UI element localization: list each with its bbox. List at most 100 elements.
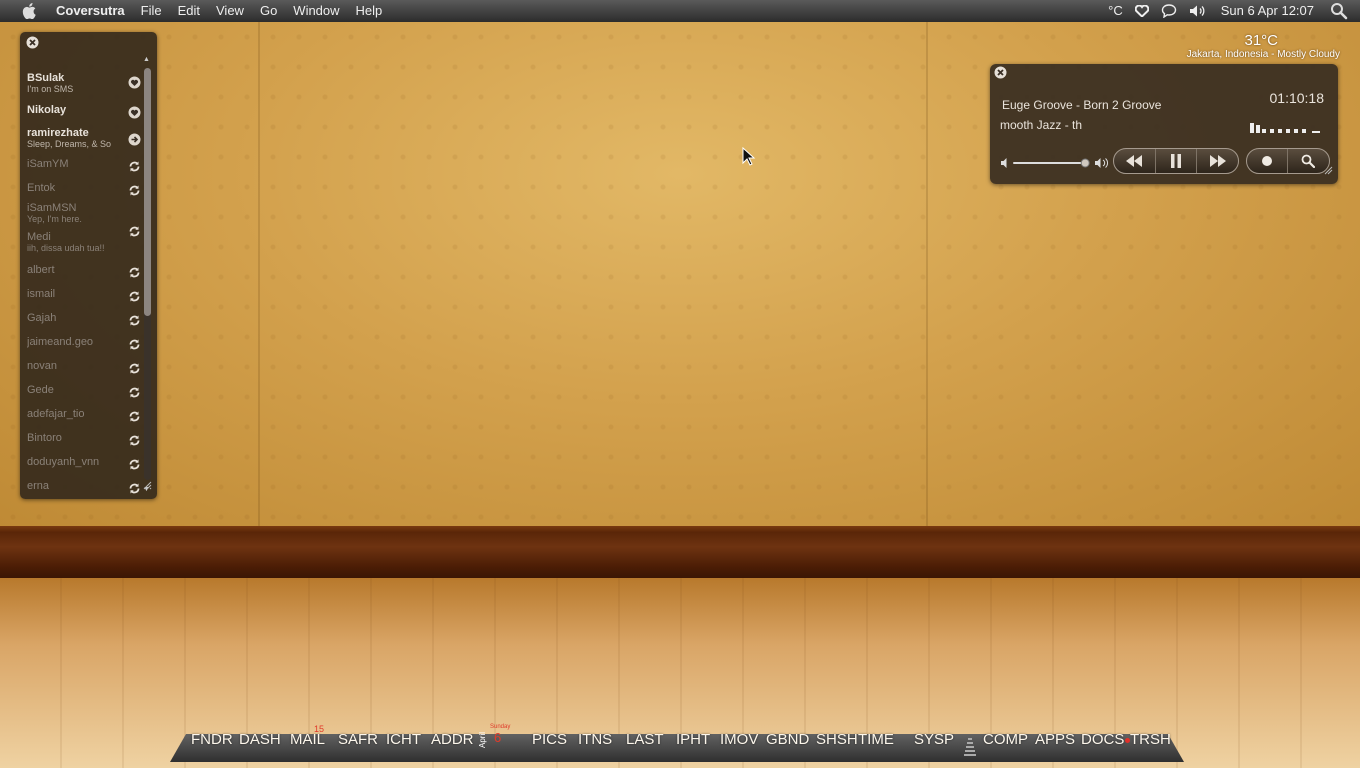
spotlight-search-icon[interactable] <box>1324 2 1360 20</box>
buddy-name: ismail <box>27 288 56 300</box>
dock-item-trsh[interactable]: TRSH <box>1130 731 1171 748</box>
dock-item-comp[interactable]: COMP <box>983 731 1028 748</box>
refresh-icon[interactable] <box>128 290 141 308</box>
chat-bubble-icon[interactable] <box>1155 4 1183 18</box>
buddy-scrollbar[interactable]: ▲ ▼ <box>142 54 152 494</box>
close-icon[interactable] <box>26 36 39 54</box>
downloads-stack-icon[interactable] <box>960 736 980 765</box>
buddy-list-window: BSulak I'm on SMS Nikolay ramirezhate Sleep,… <box>20 32 157 499</box>
dock-item-docs[interactable]: DOCS <box>1081 731 1124 748</box>
dock-item-mail[interactable]: MAIL <box>290 731 325 748</box>
volume-slider-track <box>1013 162 1089 164</box>
buddy-list-item[interactable]: adefajar_tio <box>27 408 141 422</box>
menu-window[interactable]: Window <box>285 0 347 22</box>
menu-view[interactable]: View <box>208 0 252 22</box>
menu-clock[interactable]: Sun 6 Apr 12:07 <box>1213 0 1324 22</box>
dock-item-shsh[interactable]: SHSH <box>816 731 858 748</box>
buddy-list-item[interactable]: jaimeand.geo <box>27 336 141 350</box>
dock-item-apps[interactable]: APPS <box>1035 731 1075 748</box>
fast-forward-button[interactable] <box>1197 149 1238 173</box>
volume-slider-knob <box>1080 158 1090 168</box>
buddy-name: adefajar_tio <box>27 408 85 420</box>
resize-grip-icon[interactable] <box>1323 162 1333 180</box>
record-button[interactable] <box>1247 149 1288 173</box>
dock-item-itns[interactable]: ITNS <box>578 731 612 748</box>
arrow-right-icon[interactable] <box>128 133 141 151</box>
rewind-button[interactable] <box>1114 149 1156 173</box>
buddy-list-item[interactable]: Medi iih, dissa udah tua!! <box>27 226 141 253</box>
dock-item-last[interactable]: LAST <box>626 731 664 748</box>
menu-go[interactable]: Go <box>252 0 285 22</box>
dock-item-sysp[interactable]: SYSP <box>914 731 954 748</box>
buddy-status-message: I'm on SMS <box>27 84 74 94</box>
heart-icon[interactable] <box>128 106 141 124</box>
volume-low-icon <box>1001 158 1007 168</box>
menu-file[interactable]: File <box>133 0 170 22</box>
dock-item-icht[interactable]: ICHT <box>386 731 421 748</box>
dock-item-time[interactable]: TIME <box>858 731 894 748</box>
dock-item-ipht[interactable]: IPHT <box>676 731 710 748</box>
buddy-name: iSamYM <box>27 158 69 170</box>
heart-menu-icon[interactable] <box>1129 5 1155 17</box>
apple-menu-icon[interactable] <box>20 2 38 20</box>
resize-grip-icon[interactable] <box>142 477 152 495</box>
dock-item-addr[interactable]: ADDR <box>431 731 474 748</box>
refresh-icon[interactable] <box>128 482 141 500</box>
dock: 15 April Sunday 6 FNDR DASH MAIL SAFR ICHT AD… <box>170 724 1184 768</box>
buddy-list-item[interactable]: Bintoro <box>27 432 141 446</box>
refresh-icon[interactable] <box>128 160 141 178</box>
pause-button[interactable] <box>1156 149 1198 173</box>
buddy-list-item[interactable]: ramirezhate Sleep, Dreams, & So <box>27 127 141 149</box>
buddy-list-item[interactable]: erna <box>27 480 141 494</box>
refresh-icon[interactable] <box>128 458 141 476</box>
dock-item-safr[interactable]: SAFR <box>338 731 378 748</box>
scroll-up-arrow-icon[interactable]: ▲ <box>143 56 150 63</box>
weather-widget[interactable]: 31°C Jakarta, Indonesia - Mostly Cloudy <box>1187 32 1340 60</box>
volume-icon[interactable] <box>1183 4 1213 18</box>
mouse-pointer-icon <box>742 146 756 172</box>
buddy-list-item[interactable]: BSulak I'm on SMS <box>27 72 141 94</box>
dock-item-gbnd[interactable]: GBND <box>766 731 809 748</box>
refresh-icon[interactable] <box>128 386 141 404</box>
dock-item-pics[interactable]: PICS <box>532 731 567 748</box>
buddy-list-item[interactable]: Nikolay <box>27 104 141 119</box>
search-icon <box>1301 154 1315 168</box>
temperature-unit-menu[interactable]: °C <box>1102 0 1129 22</box>
refresh-icon[interactable] <box>128 338 141 356</box>
calendar-dock-item[interactable]: April Sunday 6 <box>476 724 516 756</box>
buddy-list-item[interactable]: novan <box>27 360 141 374</box>
buddy-name: Medi <box>27 231 51 243</box>
buddy-list-item[interactable]: doduyanh_vnn <box>27 456 141 470</box>
buddy-status-message: Sleep, Dreams, & So <box>27 139 112 149</box>
close-icon[interactable] <box>994 66 1007 84</box>
calendar-month: April <box>478 731 487 748</box>
track-title: Euge Groove - Born 2 Groove <box>1002 98 1162 112</box>
buddy-list-item[interactable]: Entok <box>27 182 141 196</box>
refresh-icon[interactable] <box>128 225 141 243</box>
buddy-name: Gede <box>27 384 54 396</box>
dock-item-dash[interactable]: DASH <box>239 731 281 748</box>
refresh-icon[interactable] <box>128 266 141 284</box>
buddy-list-item[interactable]: iSamYM <box>27 158 141 172</box>
wallpaper-skirting <box>0 526 1360 578</box>
refresh-icon[interactable] <box>128 314 141 332</box>
menu-app-name[interactable]: Coversutra <box>48 0 133 22</box>
buddy-list-item[interactable]: albert <box>27 264 141 278</box>
refresh-icon[interactable] <box>128 184 141 202</box>
heart-icon[interactable] <box>128 76 141 94</box>
buddy-list-item[interactable]: Gajah <box>27 312 141 326</box>
refresh-icon[interactable] <box>128 434 141 452</box>
dock-item-fndr[interactable]: FNDR <box>191 731 233 748</box>
menu-edit[interactable]: Edit <box>170 0 208 22</box>
scroll-thumb[interactable] <box>144 68 151 316</box>
record-icon <box>1262 156 1272 166</box>
dock-item-imov[interactable]: IMOV <box>720 731 758 748</box>
refresh-icon[interactable] <box>128 410 141 428</box>
menu-help[interactable]: Help <box>348 0 391 22</box>
buddy-list-item[interactable]: Gede <box>27 384 141 398</box>
refresh-icon[interactable] <box>128 362 141 380</box>
buddy-list-item[interactable]: iSamMSN Yep, I'm here. <box>27 202 141 224</box>
player-search-button[interactable] <box>1288 149 1328 173</box>
buddy-list-item[interactable]: ismail <box>27 288 141 302</box>
buddy-status-message: Yep, I'm here. <box>27 214 82 224</box>
